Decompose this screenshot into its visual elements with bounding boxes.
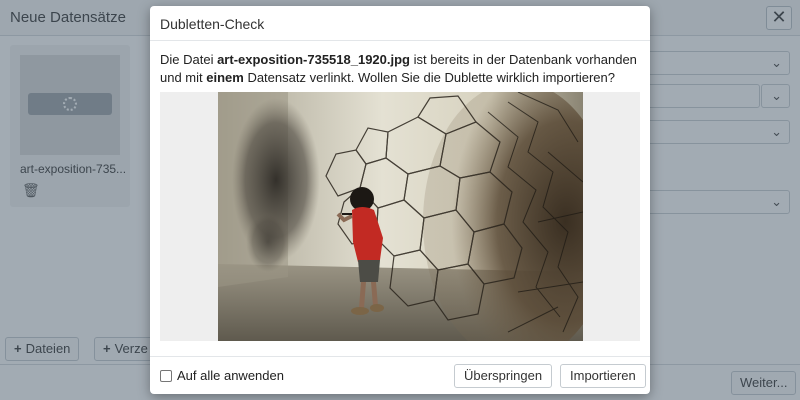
message-part-1: Die Datei xyxy=(160,52,218,67)
apply-to-all-checkbox[interactable]: Auf alle anwenden xyxy=(160,368,284,383)
dialog-footer: Auf alle anwenden Überspringen Importier… xyxy=(150,356,650,394)
skip-button[interactable]: Überspringen xyxy=(454,364,553,388)
apply-to-all-label: Auf alle anwenden xyxy=(177,368,284,383)
message-emphasis: einem xyxy=(206,70,244,85)
message-file-name: art-exposition-735518_1920.jpg xyxy=(217,52,410,67)
message-part-3: Datensatz verlinkt. Wollen Sie die Duble… xyxy=(243,70,615,85)
dialog-header: Dubletten-Check xyxy=(150,6,650,41)
import-button[interactable]: Importieren xyxy=(560,364,646,388)
checkbox-box[interactable] xyxy=(160,369,172,382)
dialog-body: Die Datei art-exposition-735518_1920.jpg… xyxy=(150,41,650,341)
image-preview-area xyxy=(160,92,640,341)
duplicate-check-dialog: Dubletten-Check Die Datei art-exposition… xyxy=(150,6,650,394)
dialog-title: Dubletten-Check xyxy=(160,16,265,32)
duplicate-image-preview xyxy=(218,92,583,341)
duplicate-message: Die Datei art-exposition-735518_1920.jpg… xyxy=(160,51,640,87)
photo-art-installation xyxy=(218,92,583,341)
